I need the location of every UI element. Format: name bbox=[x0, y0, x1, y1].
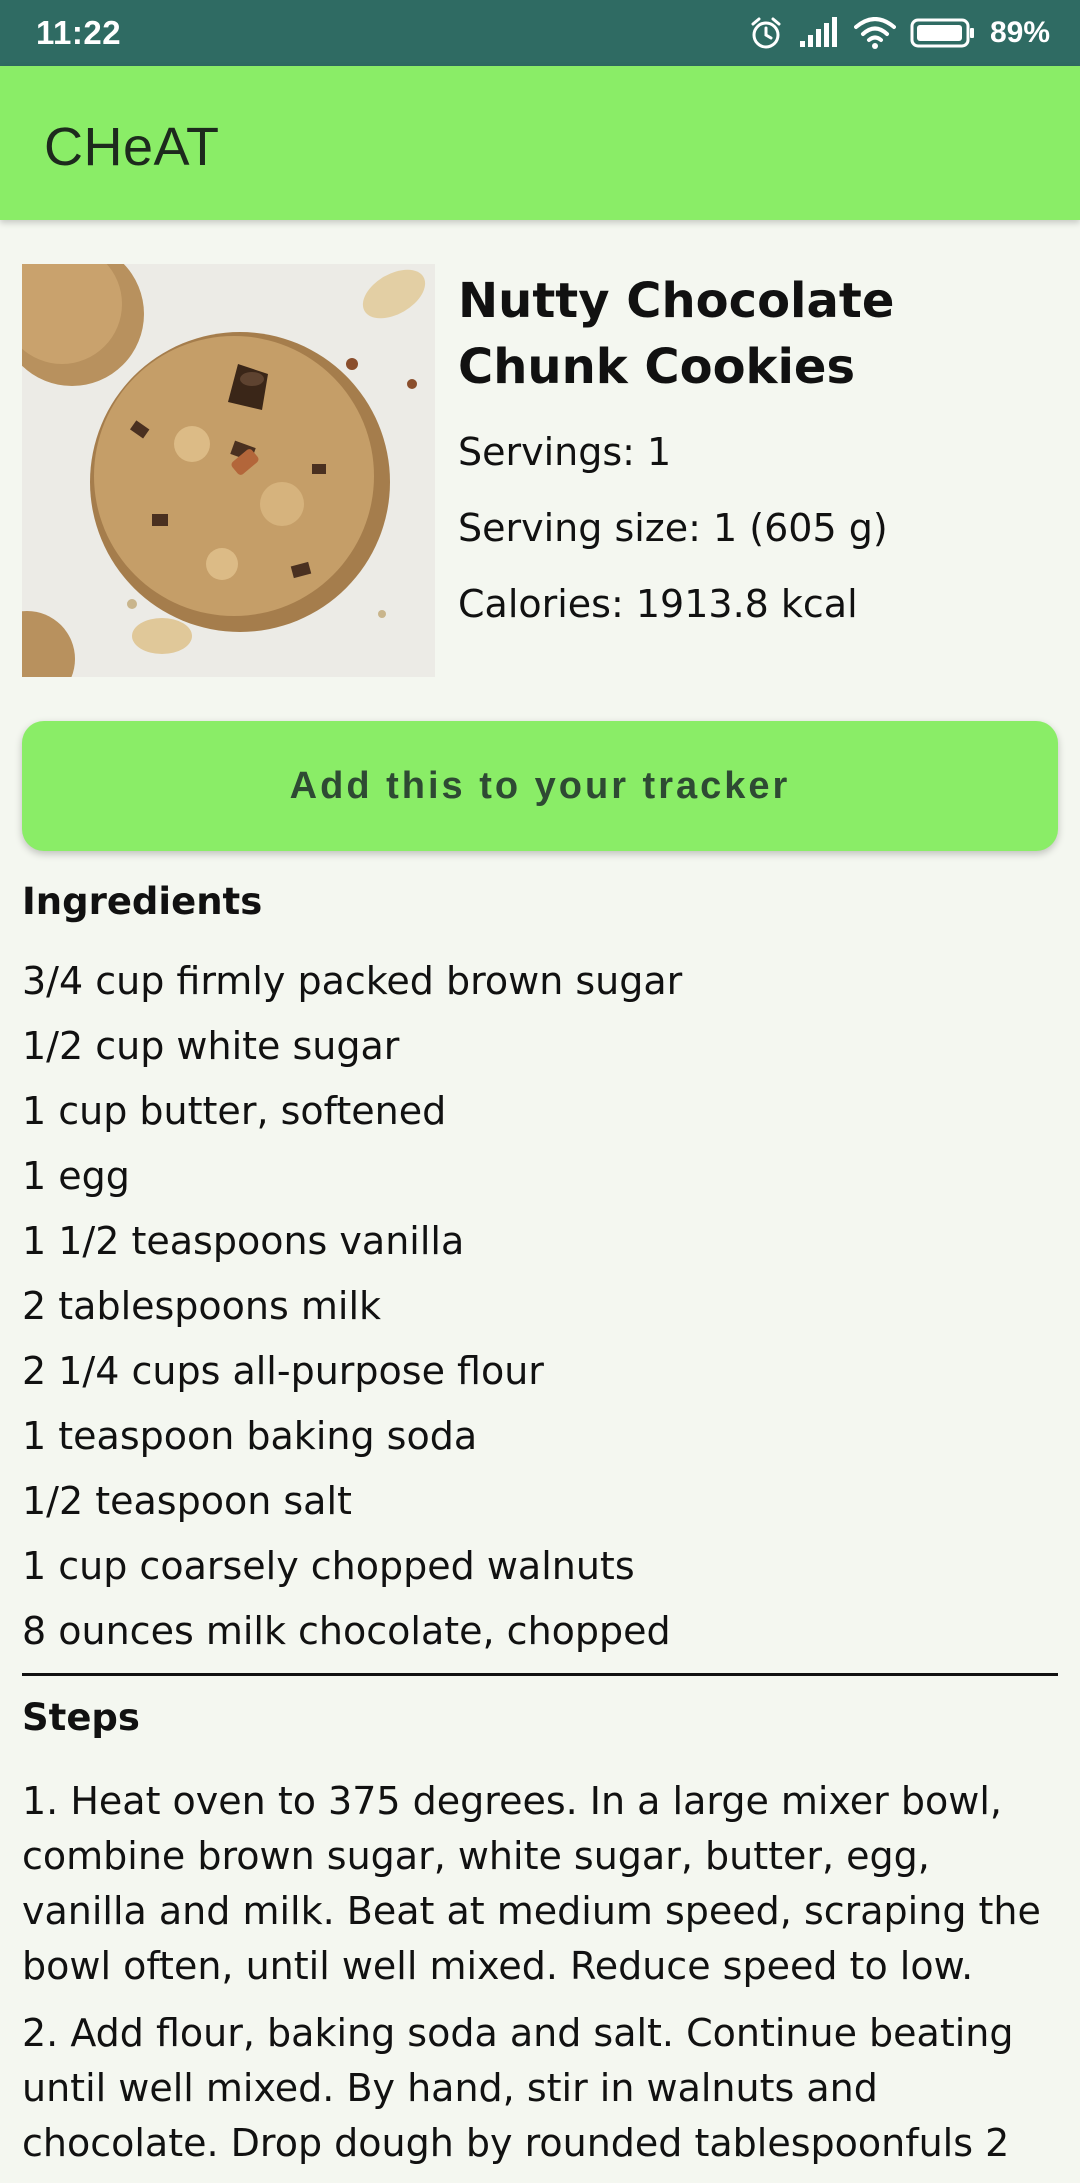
alarm-icon bbox=[748, 15, 784, 51]
section-divider bbox=[22, 1673, 1058, 1676]
step-item: 2. Add flour, baking soda and salt. Cont… bbox=[22, 2011, 1014, 2165]
ingredient-item: 1 cup coarsely chopped walnuts bbox=[22, 1544, 635, 1588]
ingredient-item: 2 tablespoons milk bbox=[22, 1284, 382, 1328]
ingredient-item: 1 cup butter, softened bbox=[22, 1089, 447, 1133]
ingredient-item: 2 1/4 cups all-purpose flour bbox=[22, 1349, 544, 1393]
battery-icon bbox=[910, 17, 976, 49]
calories-label: Calories: 1913.8 kcal bbox=[458, 582, 858, 626]
ingredients-heading: Ingredients bbox=[22, 880, 263, 923]
steps-heading: Steps bbox=[22, 1696, 140, 1739]
battery-percent: 89% bbox=[989, 16, 1050, 49]
app-bar: CHeAT bbox=[0, 66, 1080, 220]
signal-icon bbox=[798, 17, 840, 49]
ingredient-item: 1 egg bbox=[22, 1154, 130, 1198]
steps-list: 1. Heat oven to 375 degrees. In a large … bbox=[22, 1774, 1062, 2183]
recipe-image bbox=[22, 264, 435, 677]
status-bar: 11:22 89% bbox=[0, 0, 1080, 66]
status-icons: 89% bbox=[748, 15, 1050, 51]
cookie-photo bbox=[22, 264, 435, 677]
servings-label: Servings: 1 bbox=[458, 430, 672, 474]
ingredients-list: 3/4 cup firmly packed brown sugar 1/2 cu… bbox=[22, 955, 1062, 1670]
ingredient-item: 3/4 cup firmly packed brown sugar bbox=[22, 959, 683, 1003]
ingredient-item: 8 ounces milk chocolate, chopped bbox=[22, 1609, 671, 1653]
recipe-title: Nutty Chocolate Chunk Cookies bbox=[458, 273, 895, 395]
status-time: 11:22 bbox=[36, 14, 122, 51]
step-item: 1. Heat oven to 375 degrees. In a large … bbox=[22, 1779, 1041, 1988]
app-title: CHeAT bbox=[44, 117, 220, 177]
ingredient-item: 1/2 teaspoon salt bbox=[22, 1479, 352, 1523]
ingredient-item: 1/2 cup white sugar bbox=[22, 1024, 400, 1068]
wifi-icon bbox=[853, 17, 896, 49]
serving-size-label: Serving size: 1 (605 g) bbox=[458, 506, 888, 550]
ingredient-item: 1 1/2 teaspoons vanilla bbox=[22, 1219, 465, 1263]
ingredient-item: 1 teaspoon baking soda bbox=[22, 1414, 478, 1458]
add-to-tracker-button[interactable]: Add this to your tracker bbox=[22, 721, 1058, 851]
